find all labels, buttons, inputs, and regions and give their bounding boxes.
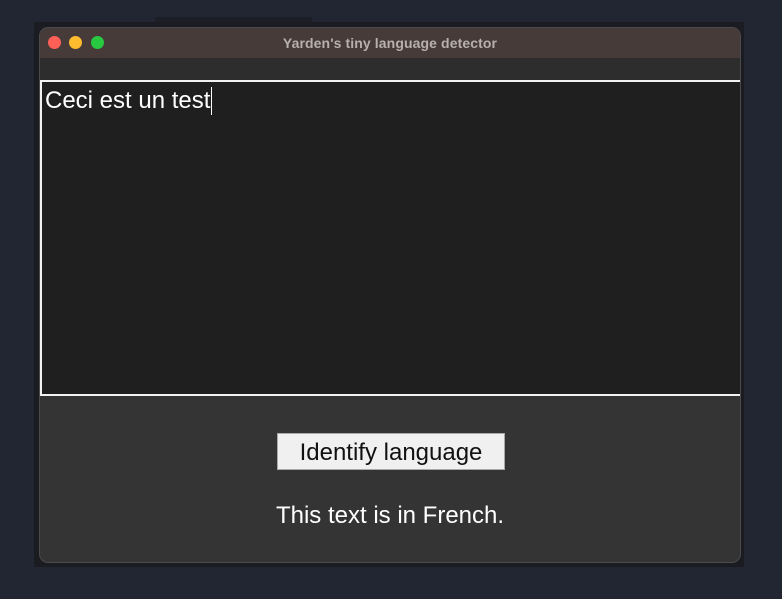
- title-bar[interactable]: Yarden's tiny language detector: [40, 28, 740, 58]
- window-title: Yarden's tiny language detector: [282, 35, 498, 51]
- text-input-area[interactable]: Ceci est un test: [40, 80, 740, 396]
- result-label: This text is in French.: [275, 502, 505, 529]
- text-input-value: Ceci est un test: [45, 87, 211, 114]
- text-caret: [211, 87, 213, 115]
- toolbar-strip: [40, 58, 740, 80]
- app-window: Yarden's tiny language detector Ceci est…: [39, 27, 741, 563]
- identify-language-button[interactable]: Identify language: [277, 433, 505, 470]
- desktop-background: Yarden's tiny language detector Ceci est…: [0, 0, 782, 599]
